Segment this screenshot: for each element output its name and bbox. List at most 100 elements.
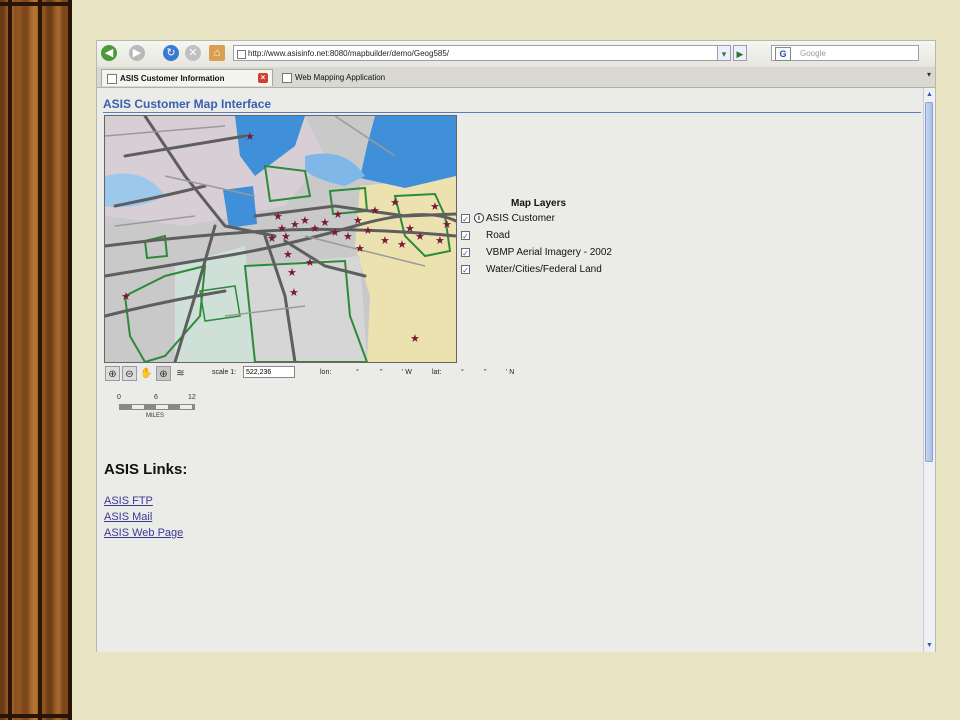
lat-label: lat: — [432, 369, 442, 376]
customer-marker[interactable]: ★ — [430, 201, 440, 213]
back-icon[interactable]: ◀ — [101, 45, 117, 61]
lon-west-unit: ' W — [402, 369, 412, 376]
page-favicon-icon — [237, 50, 246, 59]
wood-line — [68, 0, 72, 720]
scalebar-tick: 0 — [117, 394, 121, 401]
tab-list-icon[interactable]: ▾ — [927, 70, 931, 79]
search-placeholder: Google — [800, 49, 826, 58]
page-title: ASIS Customer Map Interface — [103, 97, 272, 111]
lon-deg-unit: ° — [356, 369, 359, 376]
reload-icon[interactable]: ↻ — [163, 45, 179, 61]
customer-marker[interactable]: ★ — [370, 205, 380, 217]
customer-marker[interactable]: ★ — [363, 225, 373, 237]
layer-label: ASIS Customer — [486, 213, 555, 224]
layer-checkbox[interactable]: ✓ — [461, 214, 470, 224]
tab-label: Web Mapping Application — [295, 73, 386, 82]
address-text: http://www.asisinfo.net:8080/mapbuilder/… — [248, 49, 450, 58]
zoom-box-icon[interactable]: ⊕ — [156, 366, 171, 381]
lon-label: lon: — [320, 369, 332, 376]
tab-web-mapping-application[interactable]: Web Mapping Application — [277, 69, 449, 86]
go-icon[interactable]: ▶ — [733, 45, 747, 61]
scroll-up-icon[interactable]: ▲ — [925, 90, 934, 99]
customer-marker[interactable]: ★ — [267, 233, 277, 245]
identify-icon[interactable]: ≋ — [173, 366, 188, 381]
wood-line — [38, 0, 42, 720]
map-canvas: ★ ★ ★ ★ ★ ★ ★ ★ ★ ★ ★ ★ ★ ★ ★ ★ ★ ★ ★ ★ … — [105, 116, 456, 362]
customer-marker[interactable]: ★ — [305, 257, 315, 269]
lon-sec-unit: " — [380, 369, 383, 376]
forward-icon[interactable]: ▶ — [129, 45, 145, 61]
scale-label: scale 1: — [212, 369, 237, 376]
pan-icon[interactable]: ✋ — [139, 366, 154, 381]
customer-marker[interactable]: ★ — [353, 215, 363, 227]
wood-border-decoration — [0, 0, 72, 720]
customer-marker[interactable]: ★ — [300, 215, 310, 227]
customer-marker[interactable]: ★ — [290, 219, 300, 231]
page-content: ASIS Customer Map Interface ★ ★ ★ ★ ★ ★ … — [97, 88, 923, 652]
customer-marker[interactable]: ★ — [442, 219, 452, 231]
customer-marker[interactable]: ★ — [415, 231, 425, 243]
customer-marker[interactable]: ★ — [330, 227, 340, 239]
customer-marker[interactable]: ★ — [405, 223, 415, 235]
layer-label: VBMP Aerial Imagery - 2002 — [486, 247, 612, 258]
wood-line — [0, 714, 72, 718]
search-input[interactable]: G Google — [771, 45, 919, 61]
close-tab-icon[interactable]: × — [258, 73, 268, 83]
layer-label: Water/Cities/Federal Land — [486, 264, 602, 275]
map-view[interactable]: ★ ★ ★ ★ ★ ★ ★ ★ ★ ★ ★ ★ ★ ★ ★ ★ ★ ★ ★ ★ … — [104, 115, 457, 363]
customer-marker[interactable]: ★ — [121, 291, 131, 303]
customer-marker[interactable]: ★ — [333, 209, 343, 221]
info-icon[interactable]: i — [474, 213, 484, 223]
address-bar[interactable]: http://www.asisinfo.net:8080/mapbuilder/… — [233, 45, 727, 61]
customer-marker[interactable]: ★ — [410, 333, 420, 345]
google-icon[interactable]: G — [775, 47, 791, 61]
customer-marker[interactable]: ★ — [287, 267, 297, 279]
tab-label: ASIS Customer Information — [120, 74, 225, 83]
links-heading: ASIS Links: — [104, 461, 188, 478]
customer-marker[interactable]: ★ — [355, 243, 365, 255]
link-asis-mail[interactable]: ASIS Mail — [104, 511, 152, 523]
layer-checkbox[interactable]: ✓ — [461, 248, 470, 258]
scalebar-unit: MILES — [146, 413, 165, 419]
lat-sec-unit: " — [484, 369, 487, 376]
customer-marker[interactable]: ★ — [343, 231, 353, 243]
zoom-in-icon[interactable]: ⊕ — [105, 366, 120, 381]
link-asis-ftp[interactable]: ASIS FTP — [104, 495, 153, 507]
address-dropdown-icon[interactable]: ▾ — [717, 45, 731, 61]
customer-marker[interactable]: ★ — [273, 211, 283, 223]
link-asis-web-page[interactable]: ASIS Web Page — [104, 527, 183, 539]
scale-input[interactable]: 522,236 — [243, 366, 295, 378]
customer-marker[interactable]: ★ — [320, 217, 330, 229]
layer-checkbox[interactable]: ✓ — [461, 265, 470, 275]
water-body — [360, 116, 456, 188]
stop-icon[interactable]: ✕ — [185, 45, 201, 61]
home-icon[interactable]: ⌂ — [209, 45, 225, 61]
scroll-down-icon[interactable]: ▼ — [925, 641, 934, 650]
customer-marker[interactable]: ★ — [390, 197, 400, 209]
customer-marker[interactable]: ★ — [281, 231, 291, 243]
lat-north-unit: ' N — [506, 369, 515, 376]
customer-marker[interactable]: ★ — [289, 287, 299, 299]
layer-label: Road — [486, 230, 510, 241]
scalebar — [119, 404, 195, 410]
tab-favicon-icon — [107, 74, 117, 84]
customer-marker[interactable]: ★ — [283, 249, 293, 261]
legend-title: Map Layers — [511, 198, 567, 209]
browser-toolbar: ◀ ▶ ↻ ✕ ⌂ http://www.asisinfo.net:8080/m… — [97, 41, 935, 68]
tab-bar: ASIS Customer Information × Web Mapping … — [97, 67, 935, 88]
wood-line — [8, 0, 12, 720]
vertical-scrollbar[interactable]: ▲ ▼ — [923, 88, 935, 652]
customer-marker[interactable]: ★ — [245, 131, 255, 143]
layer-checkbox[interactable]: ✓ — [461, 231, 470, 241]
tab-asis-customer-information[interactable]: ASIS Customer Information × — [101, 69, 273, 86]
wood-line — [0, 2, 72, 6]
customer-marker[interactable]: ★ — [380, 235, 390, 247]
scrollbar-thumb[interactable] — [925, 102, 933, 462]
lat-deg-unit: ° — [461, 369, 464, 376]
customer-marker[interactable]: ★ — [397, 239, 407, 251]
customer-marker[interactable]: ★ — [435, 235, 445, 247]
zoom-out-icon[interactable]: ⊖ — [122, 366, 137, 381]
land-area — [355, 176, 456, 362]
customer-marker[interactable]: ★ — [310, 223, 320, 235]
tab-favicon-icon — [282, 73, 292, 83]
